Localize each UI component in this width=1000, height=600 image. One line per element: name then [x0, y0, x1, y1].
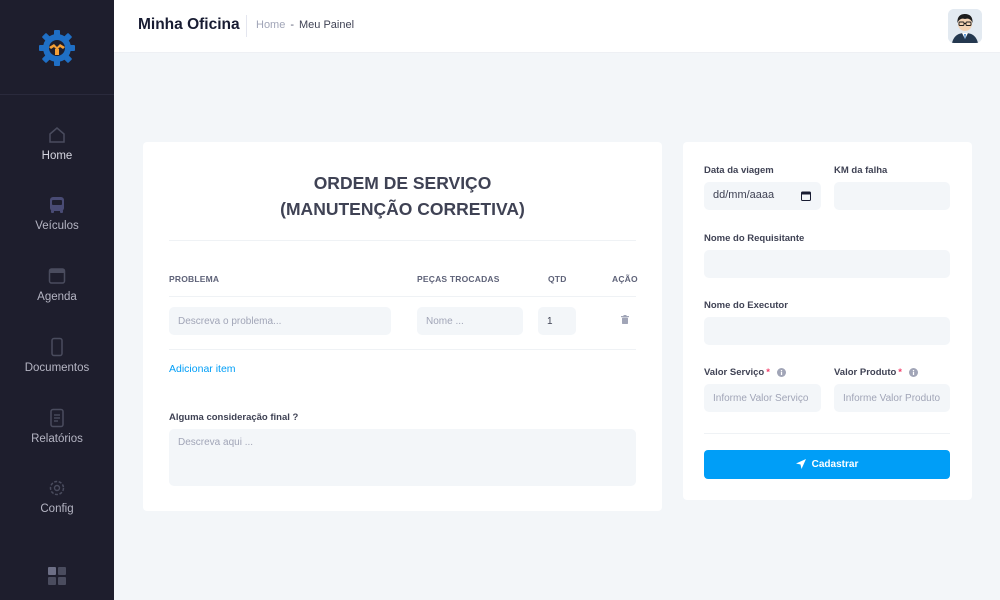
- km-label: KM da falha: [834, 165, 888, 176]
- product-value-label-text: Valor Produto: [834, 367, 897, 378]
- service-value-input[interactable]: [704, 384, 821, 412]
- sidebar-item-vehicles[interactable]: Veículos: [0, 195, 114, 251]
- sidebar-item-config[interactable]: Config: [0, 478, 114, 534]
- sidebar-divider: [0, 94, 114, 95]
- info-icon[interactable]: [776, 367, 786, 377]
- product-value-label: Valor Produto *: [834, 367, 918, 378]
- sidebar-item-home[interactable]: Home: [0, 125, 114, 181]
- add-item-link[interactable]: Adicionar item: [169, 363, 236, 375]
- sidebar-item-documents[interactable]: Documentos: [0, 337, 114, 393]
- submit-button[interactable]: Cadastrar: [704, 450, 950, 479]
- problem-input[interactable]: [169, 307, 391, 335]
- breadcrumb-home[interactable]: Home: [256, 19, 285, 31]
- product-value-input[interactable]: [834, 384, 950, 412]
- title-line-2: (MANUTENÇÃO CORRETIVA): [280, 199, 525, 219]
- sidebar: Home Veículos Agenda Documentos Relatóri…: [0, 0, 114, 600]
- service-value-label: Valor Serviço *: [704, 367, 786, 378]
- km-input[interactable]: [834, 182, 950, 210]
- sidebar-item-label: Relatórios: [31, 433, 83, 445]
- calendar-icon[interactable]: [801, 191, 811, 201]
- column-header-action: AÇÃO: [612, 274, 638, 284]
- service-order-title: ORDEM DE SERVIÇO (MANUTENÇÃO CORRETIVA): [143, 170, 662, 222]
- page-title: Minha Oficina: [138, 16, 240, 33]
- table-header-divider: [169, 296, 636, 297]
- title-divider: [169, 240, 636, 241]
- user-avatar-icon: [948, 9, 982, 43]
- title-line-1: ORDEM DE SERVIÇO: [313, 173, 492, 193]
- service-order-card: ORDEM DE SERVIÇO (MANUTENÇÃO CORRETIVA) …: [143, 142, 662, 511]
- date-value: dd/mm/aaaa: [713, 189, 775, 201]
- required-mark: *: [898, 367, 902, 378]
- header: Minha Oficina Home - Meu Painel: [114, 0, 1000, 53]
- sidebar-item-label: Veículos: [35, 220, 79, 232]
- service-value-label-text: Valor Serviço: [704, 367, 765, 378]
- home-icon: [49, 127, 65, 143]
- apps-grid-icon[interactable]: [48, 567, 66, 585]
- date-label: Data da viagem: [704, 165, 774, 176]
- bus-icon: [50, 197, 64, 213]
- sidebar-item-label: Documentos: [24, 362, 90, 374]
- parts-input[interactable]: [417, 307, 523, 335]
- gear-icon: [49, 480, 65, 496]
- details-form-card: Data da viagem dd/mm/aaaa KM da falha No…: [683, 142, 972, 500]
- breadcrumb-current: Meu Painel: [299, 19, 355, 31]
- executor-input[interactable]: [704, 317, 950, 345]
- executor-label: Nome do Executor: [704, 300, 788, 311]
- column-header-qty: QTD: [548, 274, 567, 284]
- file-icon: [50, 408, 64, 428]
- workshop-logo-icon[interactable]: [36, 28, 78, 68]
- sidebar-item-reports[interactable]: Relatórios: [0, 408, 114, 464]
- breadcrumb-separator: -: [290, 19, 295, 31]
- column-header-problem: PROBLEMA: [169, 274, 220, 284]
- column-header-parts: PEÇAS TROCADAS: [417, 274, 500, 284]
- quantity-input[interactable]: [538, 307, 576, 335]
- breadcrumb: Home - Meu Painel: [256, 19, 354, 31]
- trash-icon[interactable]: [621, 315, 629, 324]
- final-notes-textarea[interactable]: [169, 429, 636, 486]
- mobile-icon: [51, 337, 63, 357]
- submit-label: Cadastrar: [811, 459, 859, 470]
- sidebar-item-label: Home: [41, 150, 73, 162]
- final-notes-label: Alguma consideração final ?: [169, 412, 299, 423]
- sidebar-item-label: Config: [40, 503, 74, 515]
- title-divider: [246, 15, 247, 37]
- requester-label: Nome do Requisitante: [704, 233, 805, 244]
- avatar[interactable]: [948, 9, 982, 43]
- row-divider: [169, 349, 636, 350]
- sidebar-item-label: Agenda: [37, 291, 77, 303]
- required-mark: *: [766, 367, 770, 378]
- date-input[interactable]: dd/mm/aaaa: [704, 182, 821, 210]
- requester-input[interactable]: [704, 250, 950, 278]
- calendar-icon: [48, 268, 66, 284]
- sidebar-item-agenda[interactable]: Agenda: [0, 266, 114, 322]
- send-icon: [795, 459, 806, 470]
- form-divider: [704, 433, 950, 434]
- info-icon[interactable]: [908, 367, 918, 377]
